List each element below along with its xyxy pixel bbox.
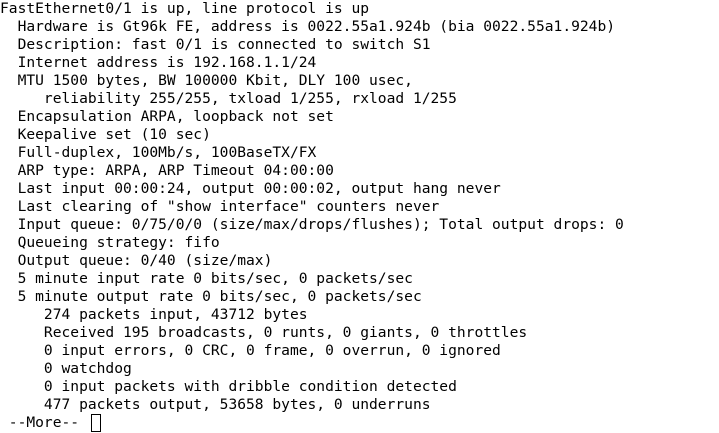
input-errors-line: 0 input errors, 0 CRC, 0 frame, 0 overru… [0, 342, 501, 359]
watchdog-line: 0 watchdog [0, 360, 132, 377]
more-prompt[interactable]: --More-- [0, 414, 88, 432]
keepalive-line: Keepalive set (10 sec) [0, 126, 211, 143]
last-clearing-line: Last clearing of "show interface" counte… [0, 198, 440, 215]
broadcasts-line: Received 195 broadcasts, 0 runts, 0 gian… [0, 324, 528, 341]
internet-address-line: Internet address is 192.168.1.1/24 [0, 54, 317, 71]
mtu-line: MTU 1500 bytes, BW 100000 Kbit, DLY 100 … [0, 72, 413, 89]
packets-output-line: 477 packets output, 53658 bytes, 0 under… [0, 396, 431, 413]
queueing-strategy-line: Queueing strategy: fifo [0, 234, 220, 251]
terminal-window[interactable]: FastEthernet0/1 is up, line protocol is … [0, 0, 719, 433]
input-rate-line: 5 minute input rate 0 bits/sec, 0 packet… [0, 270, 413, 287]
duplex-line: Full-duplex, 100Mb/s, 100BaseTX/FX [0, 144, 317, 161]
interface-status-line: FastEthernet0/1 is up, line protocol is … [0, 0, 370, 17]
dribble-line: 0 input packets with dribble condition d… [0, 378, 457, 395]
input-queue-line: Input queue: 0/75/0/0 (size/max/drops/fl… [0, 216, 624, 233]
hardware-line: Hardware is Gt96k FE, address is 0022.55… [0, 18, 616, 35]
reliability-line: reliability 255/255, txload 1/255, rxloa… [0, 90, 457, 107]
more-prompt-row[interactable]: --More-- [0, 414, 719, 432]
output-rate-line: 5 minute output rate 0 bits/sec, 0 packe… [0, 288, 422, 305]
packets-input-line: 274 packets input, 43712 bytes [0, 306, 308, 323]
output-queue-line: Output queue: 0/40 (size/max) [0, 252, 273, 269]
arp-type-line: ARP type: ARPA, ARP Timeout 04:00:00 [0, 162, 334, 179]
cursor-block-icon [90, 414, 101, 432]
description-line: Description: fast 0/1 is connected to sw… [0, 36, 431, 53]
last-input-line: Last input 00:00:24, output 00:00:02, ou… [0, 180, 501, 197]
encapsulation-line: Encapsulation ARPA, loopback not set [0, 108, 334, 125]
